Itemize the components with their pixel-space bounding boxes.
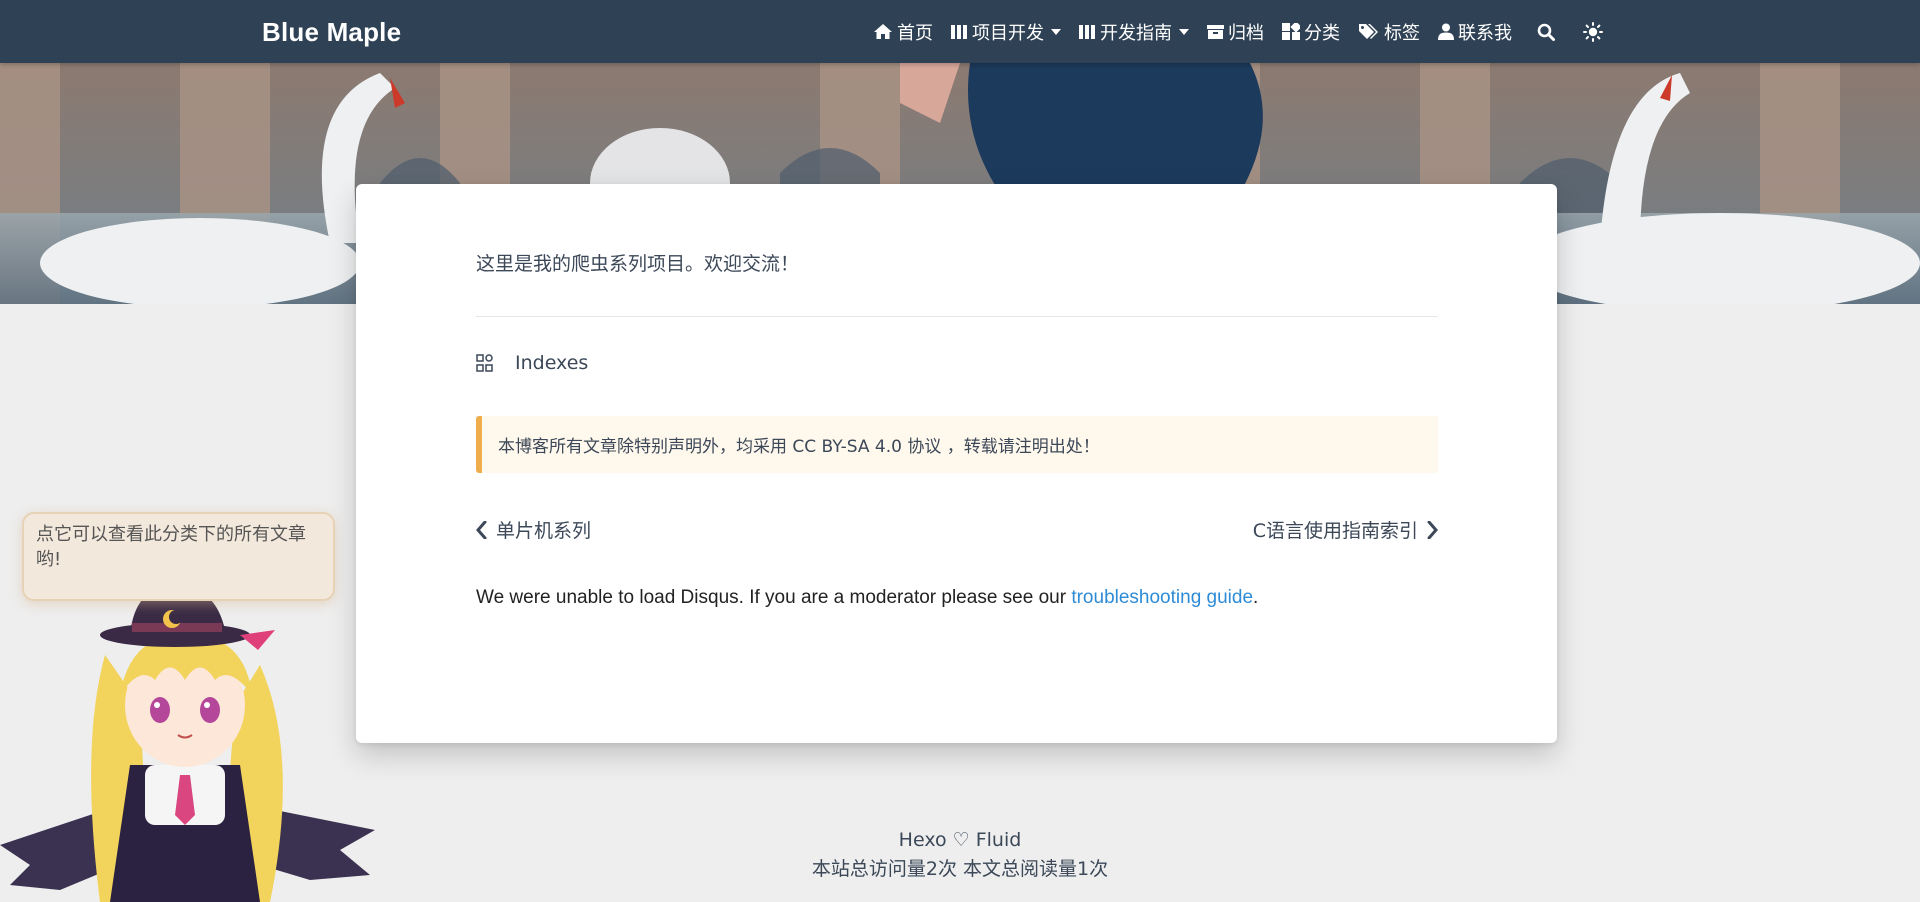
nav-item-projects[interactable]: 项目开发 [951,19,1061,45]
live2d-mascot[interactable] [0,585,380,902]
nav-item-contact[interactable]: 联系我 [1438,19,1512,45]
nav-item-archive-label: 归档 [1228,22,1264,44]
search-button[interactable] [1537,23,1555,41]
mascot-bubble-text: 点它可以查看此分类下的所有文章哟! [36,524,306,570]
mascot-speech-bubble: 点它可以查看此分类下的所有文章哟! [22,512,335,601]
nav-item-tags-label: 标签 [1384,22,1420,44]
prev-post-label: 单片机系列 [496,520,592,542]
nav-item-contact-label: 联系我 [1458,22,1512,44]
copyright-notice-text: 本博客所有文章除特别声明外，均采用 CC BY-SA 4.0 协议 ，转载请注明… [498,437,1100,457]
prev-post-link[interactable]: 单片机系列 [476,516,591,543]
nav-item-categories-label: 分类 [1304,22,1340,44]
home-icon [874,24,892,39]
disqus-text: We were unable to load Disqus. If you ar… [476,587,1072,608]
tags-icon [1359,24,1378,39]
indexes-category-link[interactable]: Indexes [476,352,588,374]
chevron-down-icon [1179,28,1189,35]
copyright-notice: 本博客所有文章除特别声明外，均采用 CC BY-SA 4.0 协议 ，转载请注明… [476,416,1438,473]
chevron-left-icon [476,520,487,539]
folder-grid-icon [476,354,493,372]
next-post-link[interactable]: C语言使用指南索引 [1253,516,1438,543]
columns-icon [1079,24,1095,39]
nav-item-tags[interactable]: 标签 [1358,19,1420,45]
disqus-message: We were unable to load Disqus. If you ar… [476,587,1258,609]
nav-item-home[interactable]: 首页 [873,19,933,45]
chevron-down-icon [1051,28,1061,35]
nav-item-guides[interactable]: 开发指南 [1079,19,1189,45]
navbar: Blue Maple 首页 项目开发 开发指南 归档 分类 标签 联系我 [0,0,1920,63]
theme-toggle-button[interactable] [1583,21,1603,42]
post-intro: 这里是我的爬虫系列项目。欢迎交流！ [476,253,800,275]
next-post-label: C语言使用指南索引 [1252,520,1418,542]
disqus-end: . [1253,587,1259,608]
divider [476,316,1438,317]
user-icon [1438,23,1454,40]
post-card: 这里是我的爬虫系列项目。欢迎交流！ Indexes 本博客所有文章除特别声明外，… [356,184,1557,743]
nav-item-guides-label: 开发指南 [1100,22,1172,44]
nav-item-archive[interactable]: 归档 [1207,19,1264,45]
troubleshooting-guide-link[interactable]: troubleshooting guide [1071,587,1253,608]
nav-item-home-label: 首页 [897,22,933,44]
indexes-label: Indexes [515,352,589,374]
categories-icon [1282,23,1300,40]
columns-icon [951,24,967,39]
brand-logo[interactable]: Blue Maple [262,17,401,48]
nav-menu: 首页 项目开发 开发指南 归档 分类 标签 联系我 [873,0,1631,63]
nav-item-categories[interactable]: 分类 [1282,19,1340,45]
chevron-right-icon [1427,520,1438,539]
search-icon [1537,23,1555,41]
archive-icon [1207,24,1224,39]
nav-item-projects-label: 项目开发 [972,22,1044,44]
sun-icon [1583,21,1603,42]
